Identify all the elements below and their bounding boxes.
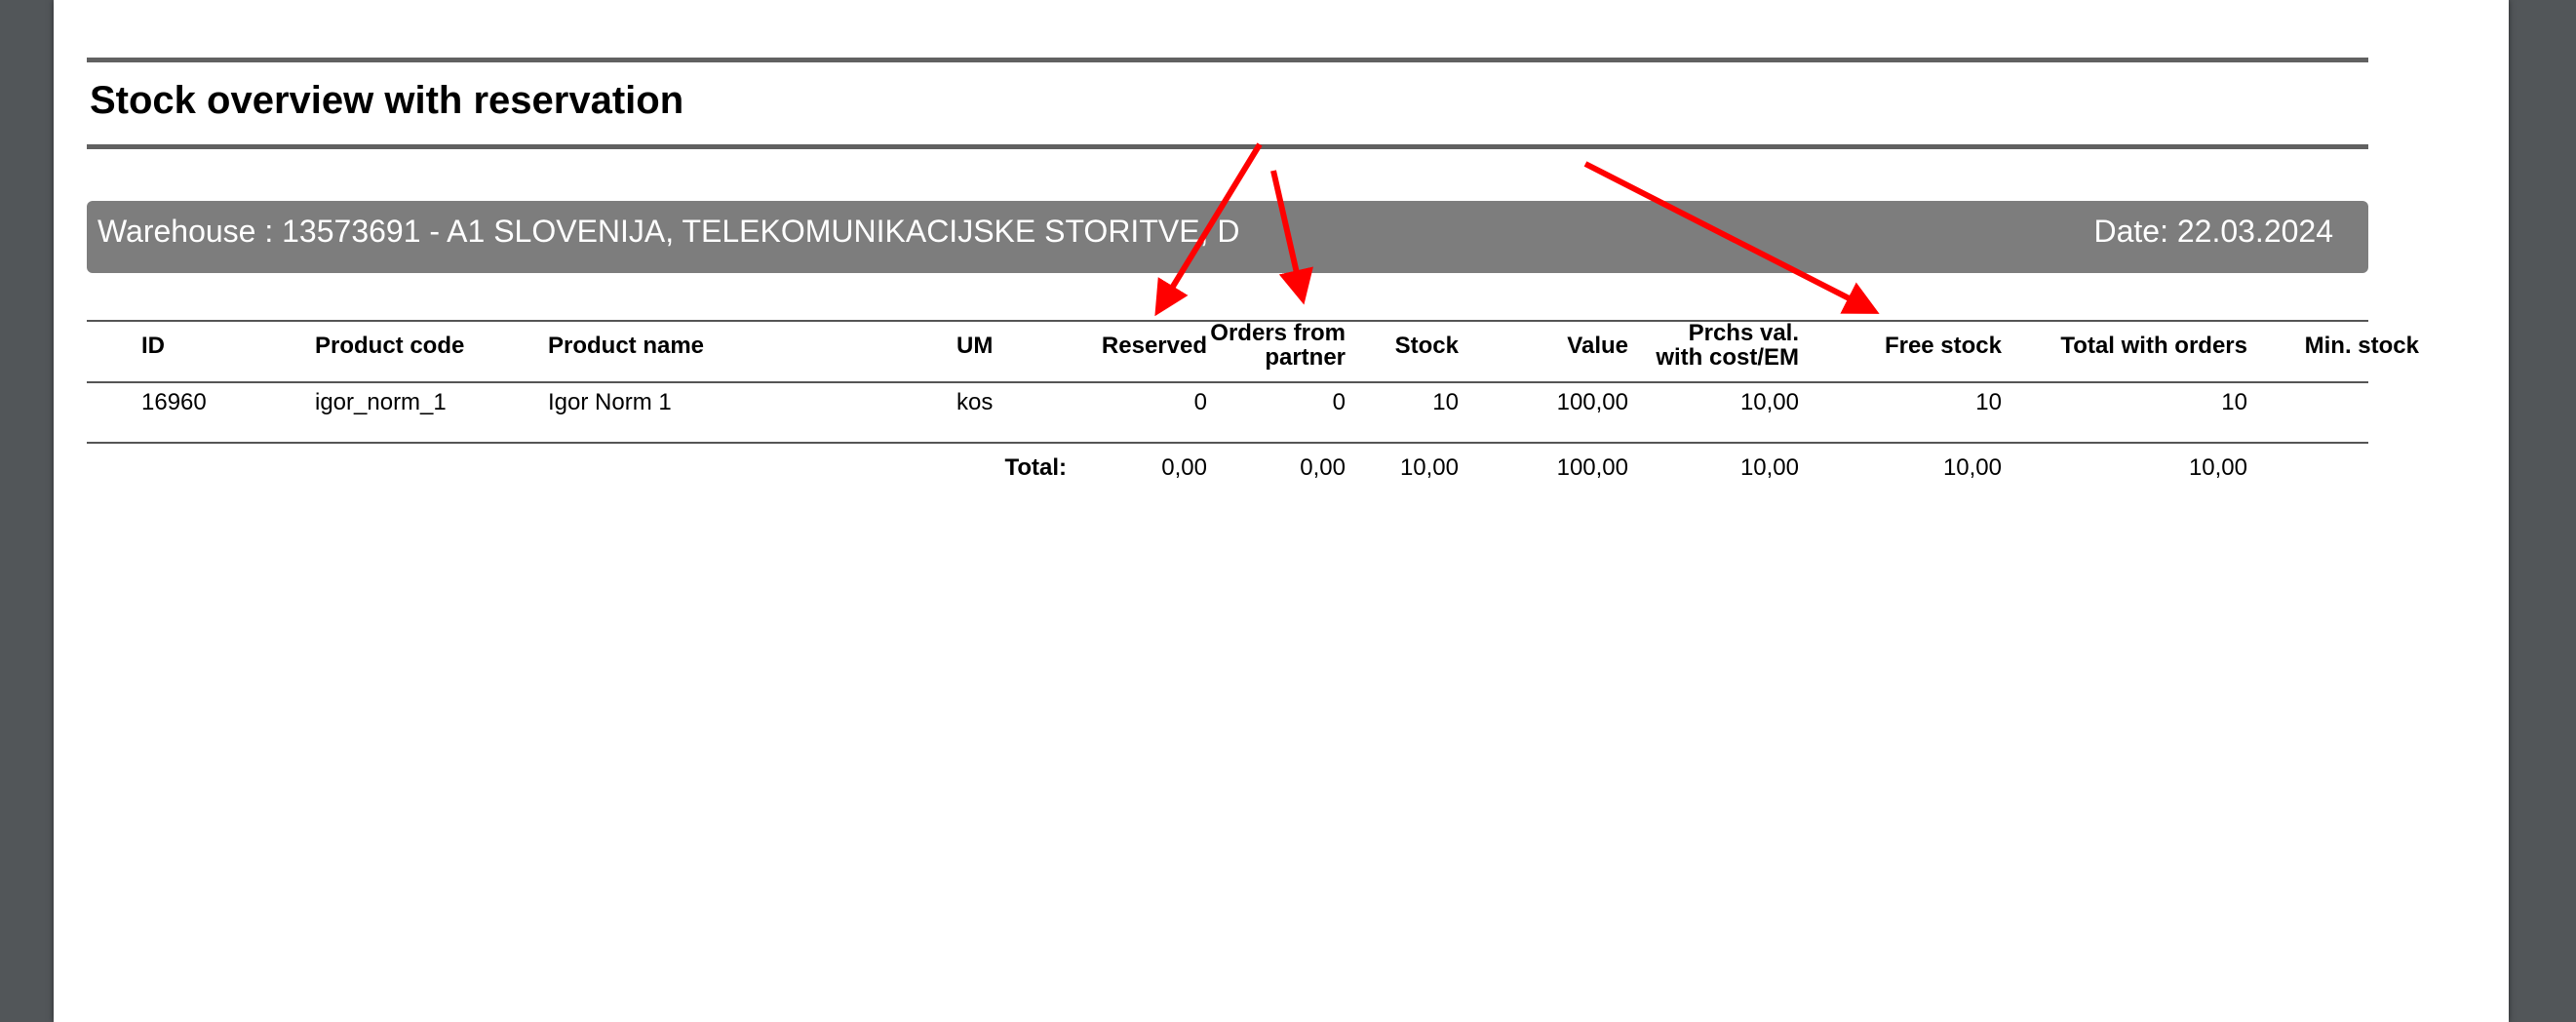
header-stock: Stock (1394, 333, 1459, 359)
warehouse-label: Warehouse : 13573691 - A1 SLOVENIJA, TEL… (98, 214, 1240, 249)
cell-total-with-orders: 10 (2221, 389, 2247, 415)
header-orders-from-partner-line1: Orders from (1210, 320, 1346, 346)
cell-stock: 10 (1432, 389, 1459, 415)
totals-orders-from-partner: 0,00 (1300, 454, 1346, 481)
header-value: Value (1567, 333, 1628, 359)
header-id: ID (141, 333, 165, 359)
header-free-stock: Free stock (1884, 333, 2002, 359)
cell-prchs-val: 10,00 (1739, 389, 1799, 415)
totals-stock: 10,00 (1399, 454, 1459, 481)
cell-product-name: Igor Norm 1 (548, 389, 672, 415)
title-bottom-rule (87, 144, 2368, 149)
cell-value: 100,00 (1556, 389, 1628, 415)
cell-id: 16960 (141, 389, 207, 415)
totals-reserved: 0,00 (1161, 454, 1207, 481)
header-product-name: Product name (548, 333, 705, 359)
table-header-bottom-line (87, 381, 2368, 383)
cell-reserved: 0 (1193, 389, 1207, 415)
report-date: Date: 22.03.2024 (2093, 214, 2333, 249)
report-title: Stock overview with reservation (90, 79, 684, 122)
warehouse-banner: Warehouse : 13573691 - A1 SLOVENIJA, TEL… (87, 201, 2368, 273)
table-totals-line (87, 442, 2368, 444)
header-prchs-val-line2: with cost/EM (1656, 344, 1799, 371)
totals-label: Total: (1004, 454, 1067, 481)
totals-value: 100,00 (1556, 454, 1628, 481)
header-prchs-val-line1: Prchs val. (1688, 320, 1799, 346)
totals-free-stock: 10,00 (1942, 454, 2002, 481)
header-orders-from-partner: Orders from partner (1199, 321, 1346, 370)
header-orders-from-partner-line2: partner (1265, 344, 1346, 371)
header-min-stock: Min. stock (2304, 333, 2419, 359)
totals-prchs-val: 10,00 (1739, 454, 1799, 481)
title-top-rule (87, 58, 2368, 62)
cell-product-code: igor_norm_1 (315, 389, 447, 415)
report-page (54, 0, 2509, 1022)
header-product-code: Product code (315, 333, 465, 359)
cell-um: kos (956, 389, 994, 415)
header-um: UM (956, 333, 994, 359)
cell-free-stock: 10 (1975, 389, 2002, 415)
header-prchs-val: Prchs val. with cost/EM (1638, 321, 1799, 370)
header-total-with-orders: Total with orders (2060, 333, 2247, 359)
header-reserved: Reserved (1101, 333, 1207, 359)
cell-orders-from-partner: 0 (1332, 389, 1346, 415)
totals-total-with-orders: 10,00 (2188, 454, 2247, 481)
